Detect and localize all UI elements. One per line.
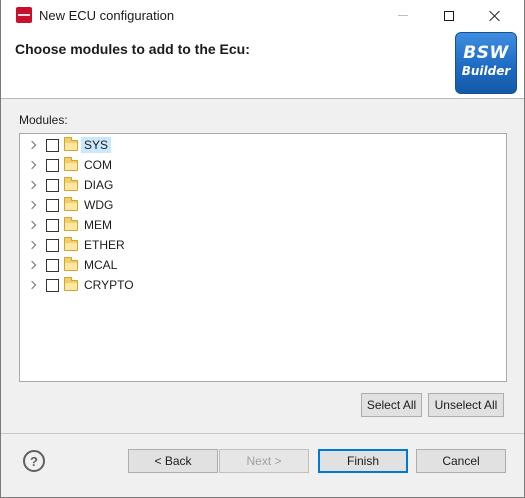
expand-chevron-icon[interactable] [28, 140, 38, 150]
folder-icon [64, 217, 78, 231]
tree-item-label: MCAL [84, 258, 118, 272]
tree-item-label: CRYPTO [84, 278, 134, 292]
select-all-button[interactable]: Select All [361, 393, 422, 417]
module-checkbox[interactable] [46, 139, 59, 152]
tree-item-label: COM [84, 158, 112, 172]
tree-row-mem[interactable]: MEM [20, 215, 506, 235]
bsw-builder-logo: BSW Builder [455, 32, 517, 94]
expand-chevron-icon[interactable] [28, 200, 38, 210]
window-title: New ECU configuration [39, 8, 175, 23]
module-checkbox[interactable] [46, 279, 59, 292]
modules-label: Modules: [19, 113, 68, 127]
cancel-button[interactable]: Cancel [416, 449, 506, 473]
tree-item-label: SYS [81, 137, 112, 153]
folder-icon [64, 237, 78, 251]
close-button[interactable] [472, 0, 518, 31]
tree-row-crypto[interactable]: CRYPTO [20, 275, 506, 295]
module-checkbox[interactable] [46, 199, 59, 212]
module-checkbox[interactable] [46, 159, 59, 172]
module-checkbox[interactable] [46, 219, 59, 232]
next-button[interactable]: Next > [219, 449, 309, 473]
folder-icon [64, 177, 78, 191]
module-checkbox[interactable] [46, 179, 59, 192]
tree-row-wdg[interactable]: WDG [20, 195, 506, 215]
finish-button[interactable]: Finish [318, 449, 408, 473]
tree-row-diag[interactable]: DIAG [20, 175, 506, 195]
tree-item-label: DIAG [84, 178, 114, 192]
minimize-icon [398, 15, 408, 16]
expand-chevron-icon[interactable] [28, 280, 38, 290]
back-button[interactable]: < Back [128, 449, 218, 473]
expand-chevron-icon[interactable] [28, 220, 38, 230]
expand-chevron-icon[interactable] [28, 260, 38, 270]
maximize-button[interactable] [426, 0, 472, 31]
module-checkbox[interactable] [46, 239, 59, 252]
tree-row-ether[interactable]: ETHER [20, 235, 506, 255]
modules-tree[interactable]: SYS COM DIAG WDG MEM ETHER MCAL CRYPTO [19, 133, 507, 382]
expand-chevron-icon[interactable] [28, 180, 38, 190]
folder-icon [64, 137, 78, 151]
folder-icon [64, 257, 78, 271]
folder-icon [64, 157, 78, 171]
maximize-icon [444, 10, 454, 21]
expand-chevron-icon[interactable] [28, 160, 38, 170]
app-icon [16, 7, 32, 23]
tree-row-sys[interactable]: SYS [20, 135, 506, 155]
page-title: Choose modules to add to the Ecu: [15, 41, 250, 57]
tree-item-label: MEM [84, 218, 112, 232]
module-checkbox[interactable] [46, 259, 59, 272]
tree-row-com[interactable]: COM [20, 155, 506, 175]
wizard-header: Choose modules to add to the Ecu: BSW Bu… [1, 31, 524, 99]
title-bar[interactable]: New ECU configuration [1, 0, 524, 31]
tree-row-mcal[interactable]: MCAL [20, 255, 506, 275]
logo-text-bsw: BSW [463, 43, 509, 63]
close-icon [489, 10, 501, 22]
logo-text-builder: Builder [461, 64, 511, 78]
dialog-window: New ECU configuration Choose modules to … [0, 0, 525, 498]
footer-divider [1, 433, 524, 434]
folder-icon [64, 197, 78, 211]
tree-item-label: WDG [84, 198, 114, 212]
folder-icon [64, 277, 78, 291]
unselect-all-button[interactable]: Unselect All [428, 393, 504, 417]
minimize-button[interactable] [380, 0, 426, 31]
expand-chevron-icon[interactable] [28, 240, 38, 250]
help-icon[interactable]: ? [23, 450, 45, 472]
tree-item-label: ETHER [84, 238, 125, 252]
